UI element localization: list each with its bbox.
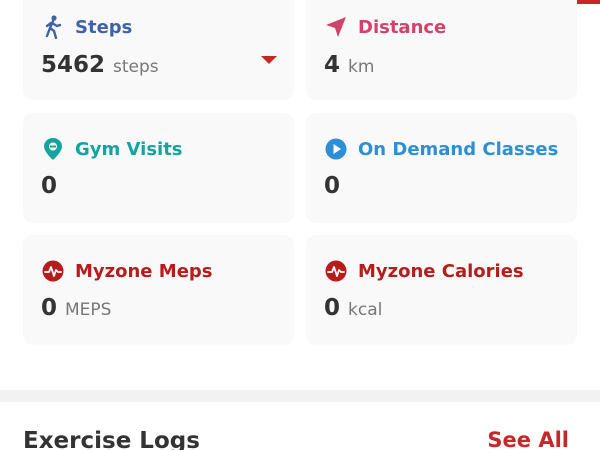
myzone-heart-icon <box>41 259 65 283</box>
gym-visits-card-header: Gym Visits <box>41 135 183 163</box>
myzone-meps-card[interactable]: Myzone Meps 0 MEPS <box>23 235 294 345</box>
distance-title: Distance <box>358 16 447 38</box>
myzone-calories-value-row: 0 kcal <box>324 295 382 321</box>
distance-card[interactable]: Distance 4 km <box>306 0 577 100</box>
myzone-calories-unit: kcal <box>348 300 383 320</box>
steps-value-row: 5462 steps <box>41 52 159 78</box>
on-demand-classes-card[interactable]: On Demand Classes 0 <box>306 113 577 223</box>
play-circle-icon <box>324 137 348 161</box>
myzone-heart-icon <box>324 259 348 283</box>
distance-value: 4 <box>324 52 341 78</box>
distance-unit: km <box>348 57 375 77</box>
steps-card-header: Steps <box>41 13 132 41</box>
steps-title: Steps <box>75 16 133 38</box>
myzone-calories-card-header: Myzone Calories <box>324 257 524 285</box>
exercise-logs-title: Exercise Logs <box>23 428 200 450</box>
gym-visits-value-row: 0 <box>41 173 57 199</box>
myzone-calories-value: 0 <box>324 295 341 321</box>
distance-card-header: Distance <box>324 13 446 41</box>
gym-visits-value: 0 <box>41 173 58 199</box>
myzone-meps-unit: MEPS <box>65 300 112 320</box>
myzone-meps-value-row: 0 MEPS <box>41 295 111 321</box>
myzone-meps-title: Myzone Meps <box>75 260 213 282</box>
steps-card[interactable]: Steps 5462 steps <box>23 0 294 100</box>
on-demand-title: On Demand Classes <box>358 138 559 160</box>
myzone-meps-card-header: Myzone Meps <box>41 257 213 285</box>
gym-visits-title: Gym Visits <box>75 138 183 160</box>
gym-visits-card[interactable]: Gym Visits 0 <box>23 113 294 223</box>
distance-value-row: 4 km <box>324 52 374 78</box>
on-demand-value: 0 <box>324 173 341 199</box>
chevron-down-icon[interactable] <box>261 56 277 64</box>
steps-value: 5462 <box>41 52 106 78</box>
myzone-calories-card[interactable]: Myzone Calories 0 kcal <box>306 235 577 345</box>
navigation-arrow-icon <box>324 15 348 39</box>
steps-unit: steps <box>113 57 159 77</box>
myzone-calories-title: Myzone Calories <box>358 260 524 282</box>
location-pin-icon <box>41 137 65 161</box>
section-divider <box>0 390 600 402</box>
walking-person-icon <box>41 15 65 39</box>
myzone-meps-value: 0 <box>41 295 58 321</box>
on-demand-card-header: On Demand Classes <box>324 135 558 163</box>
on-demand-value-row: 0 <box>324 173 340 199</box>
see-all-link[interactable]: See All <box>487 428 569 450</box>
